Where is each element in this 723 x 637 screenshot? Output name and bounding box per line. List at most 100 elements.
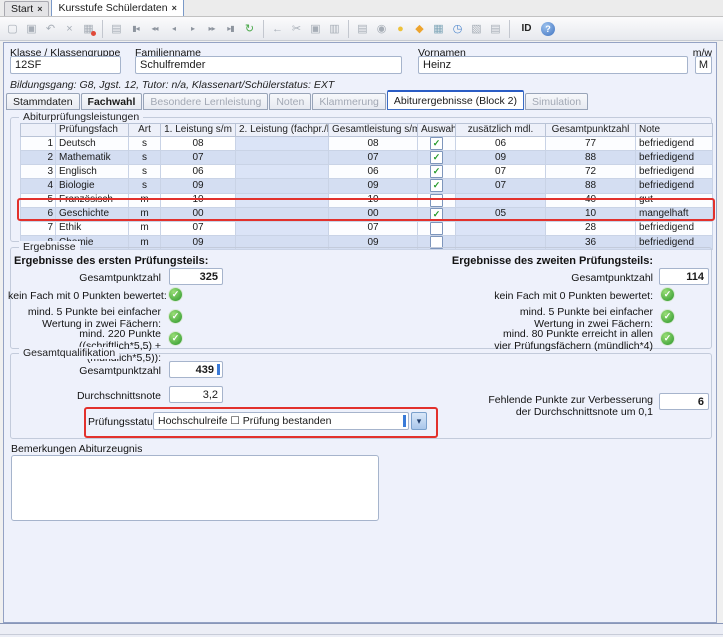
main-toolbar: ▢ ▣ ↶ × ▦ ▤ ▮◂ ◂◂ ◂ ▸ ▸▸ ▸▮ ↻ ← ✂ ▣ ▥ ▤ …: [0, 17, 723, 41]
prev-record-icon[interactable]: ◂: [165, 20, 182, 37]
mw-input[interactable]: M: [695, 56, 712, 74]
note-cell: befriedigend: [636, 221, 713, 235]
tab-start[interactable]: Start ×: [4, 1, 49, 16]
success-icon: ✓: [661, 310, 674, 323]
tab-simulation: Simulation: [525, 93, 588, 110]
help-icon[interactable]: ?: [541, 22, 555, 36]
toolbar-separator: [102, 20, 103, 38]
leistung1-cell[interactable]: 07: [161, 151, 236, 165]
klasse-input[interactable]: 12SF: [10, 56, 121, 74]
first-total-field[interactable]: 325: [169, 268, 223, 285]
close-icon[interactable]: ×: [37, 4, 42, 14]
cd-icon[interactable]: ◉: [373, 20, 390, 37]
familienname-input[interactable]: Schulfremder: [135, 56, 402, 74]
first-check1-label: kein Fach mit 0 Punkten bewertet:: [8, 290, 161, 302]
last-record-icon[interactable]: ▸▮: [222, 20, 239, 37]
refresh-icon[interactable]: ↻: [241, 20, 258, 37]
clock-icon[interactable]: ◷: [449, 20, 466, 37]
auswahl-cell: ✓: [418, 179, 456, 193]
leistung1-cell[interactable]: 07: [161, 221, 236, 235]
second-total-field[interactable]: 114: [659, 268, 709, 285]
vornamen-input[interactable]: Heinz: [418, 56, 688, 74]
row-number: 2: [21, 151, 56, 165]
insert-record-icon[interactable]: ▢: [4, 20, 21, 37]
art-cell: s: [129, 151, 161, 165]
auswahl-cell: ✓: [418, 151, 456, 165]
col-header-zusaetzlich-mdl: zusätzlich mdl.: [456, 124, 546, 137]
undo-icon[interactable]: ↶: [42, 20, 59, 37]
folder-icon[interactable]: ▤: [108, 20, 125, 37]
remarks-textarea[interactable]: [11, 455, 379, 521]
table-header-row: Prüfungsfach Art 1. Leistung s/m 2. Leis…: [21, 124, 713, 137]
avg-grade-field[interactable]: 3,2: [169, 386, 223, 403]
auswahl-cell: ✓: [418, 207, 456, 221]
fach-cell[interactable]: Ethik: [56, 221, 129, 235]
auswahl-checkbox[interactable]: ✓: [430, 208, 443, 221]
mdl-cell[interactable]: 05: [456, 207, 546, 221]
lightbulb-icon[interactable]: ●: [392, 20, 409, 37]
grid-icon[interactable]: ▦: [430, 20, 447, 37]
save-record-icon[interactable]: ▣: [23, 20, 40, 37]
exam-status-label: Prüfungsstatus: [88, 416, 158, 428]
missing-points-field[interactable]: 6: [659, 393, 709, 410]
art-cell: s: [129, 165, 161, 179]
mdl-cell[interactable]: 07: [456, 179, 546, 193]
first-part-title: Ergebnisse des ersten Prüfungsteils:: [14, 255, 208, 267]
print-icon[interactable]: ▤: [354, 20, 371, 37]
mdl-cell[interactable]: 07: [456, 165, 546, 179]
leistung2-cell: [236, 221, 329, 235]
first-record-icon[interactable]: ▮◂: [127, 20, 144, 37]
fach-cell[interactable]: Geschichte: [56, 207, 129, 221]
tab-fachwahl[interactable]: Fachwahl: [81, 93, 143, 110]
fast-next-icon[interactable]: ▸▸: [203, 20, 220, 37]
horn-icon[interactable]: ◆: [411, 20, 428, 37]
card-icon[interactable]: ▧: [468, 20, 485, 37]
fach-cell[interactable]: Biologie: [56, 179, 129, 193]
auswahl-checkbox[interactable]: ✓: [430, 179, 443, 192]
qual-total-field[interactable]: 439: [169, 361, 223, 378]
leistung1-cell[interactable]: 08: [161, 137, 236, 151]
auswahl-checkbox[interactable]: [430, 222, 443, 235]
leistung1-cell[interactable]: 09: [161, 179, 236, 193]
mdl-cell[interactable]: 06: [456, 137, 546, 151]
leistung1-cell[interactable]: 00: [161, 207, 236, 221]
tab-kursstufe-schuelerdaten[interactable]: Kursstufe Schülerdaten ×: [51, 0, 183, 16]
leistung1-cell[interactable]: 06: [161, 165, 236, 179]
back-arrow-icon[interactable]: ←: [269, 20, 286, 37]
punkte-cell: 77: [546, 137, 636, 151]
fast-prev-icon[interactable]: ◂◂: [146, 20, 163, 37]
close-icon[interactable]: ×: [172, 3, 177, 13]
second-part-title: Ergebnisse des zweiten Prüfungsteils:: [424, 255, 653, 267]
punkte-cell: 40: [546, 193, 636, 207]
delete-record-icon[interactable]: ×: [61, 20, 78, 37]
second-total-label: Gesamtpunktzahl: [424, 272, 653, 284]
leistung1-cell[interactable]: 10: [161, 193, 236, 207]
exam-status-dropdown[interactable]: Hochschulreife ☐ Prüfung bestanden: [153, 412, 409, 430]
mdl-cell: [456, 193, 546, 207]
paste-icon[interactable]: ▥: [326, 20, 343, 37]
copy-icon[interactable]: ▣: [307, 20, 324, 37]
status-bar: [0, 623, 723, 637]
tab-stammdaten[interactable]: Stammdaten: [6, 93, 80, 110]
edit-table-icon[interactable]: ▦: [80, 20, 97, 37]
fach-cell[interactable]: Deutsch: [56, 137, 129, 151]
second-check1-label: kein Fach mit 0 Punkten bewertet:: [424, 290, 653, 302]
id-button[interactable]: ID: [515, 20, 538, 37]
col-header-gesamtpunktzahl: Gesamtpunktzahl: [546, 124, 636, 137]
auswahl-checkbox[interactable]: ✓: [430, 165, 443, 178]
next-record-icon[interactable]: ▸: [184, 20, 201, 37]
art-cell: m: [129, 193, 161, 207]
auswahl-checkbox[interactable]: ✓: [430, 151, 443, 164]
fach-cell[interactable]: Englisch: [56, 165, 129, 179]
auswahl-checkbox[interactable]: [430, 194, 443, 207]
cut-icon[interactable]: ✂: [288, 20, 305, 37]
mdl-cell[interactable]: 09: [456, 151, 546, 165]
note-cell: befriedigend: [636, 151, 713, 165]
fach-cell[interactable]: Französisch: [56, 193, 129, 207]
fach-cell[interactable]: Mathematik: [56, 151, 129, 165]
auswahl-checkbox[interactable]: ✓: [430, 137, 443, 150]
detail-tab-strip: Stammdaten Fachwahl Besondere Lernleistu…: [6, 93, 589, 110]
print-list-icon[interactable]: ▤: [487, 20, 504, 37]
auswahl-cell: ✓: [418, 165, 456, 179]
tab-abiturergebnisse[interactable]: Abiturergebnisse (Block 2): [387, 90, 524, 110]
